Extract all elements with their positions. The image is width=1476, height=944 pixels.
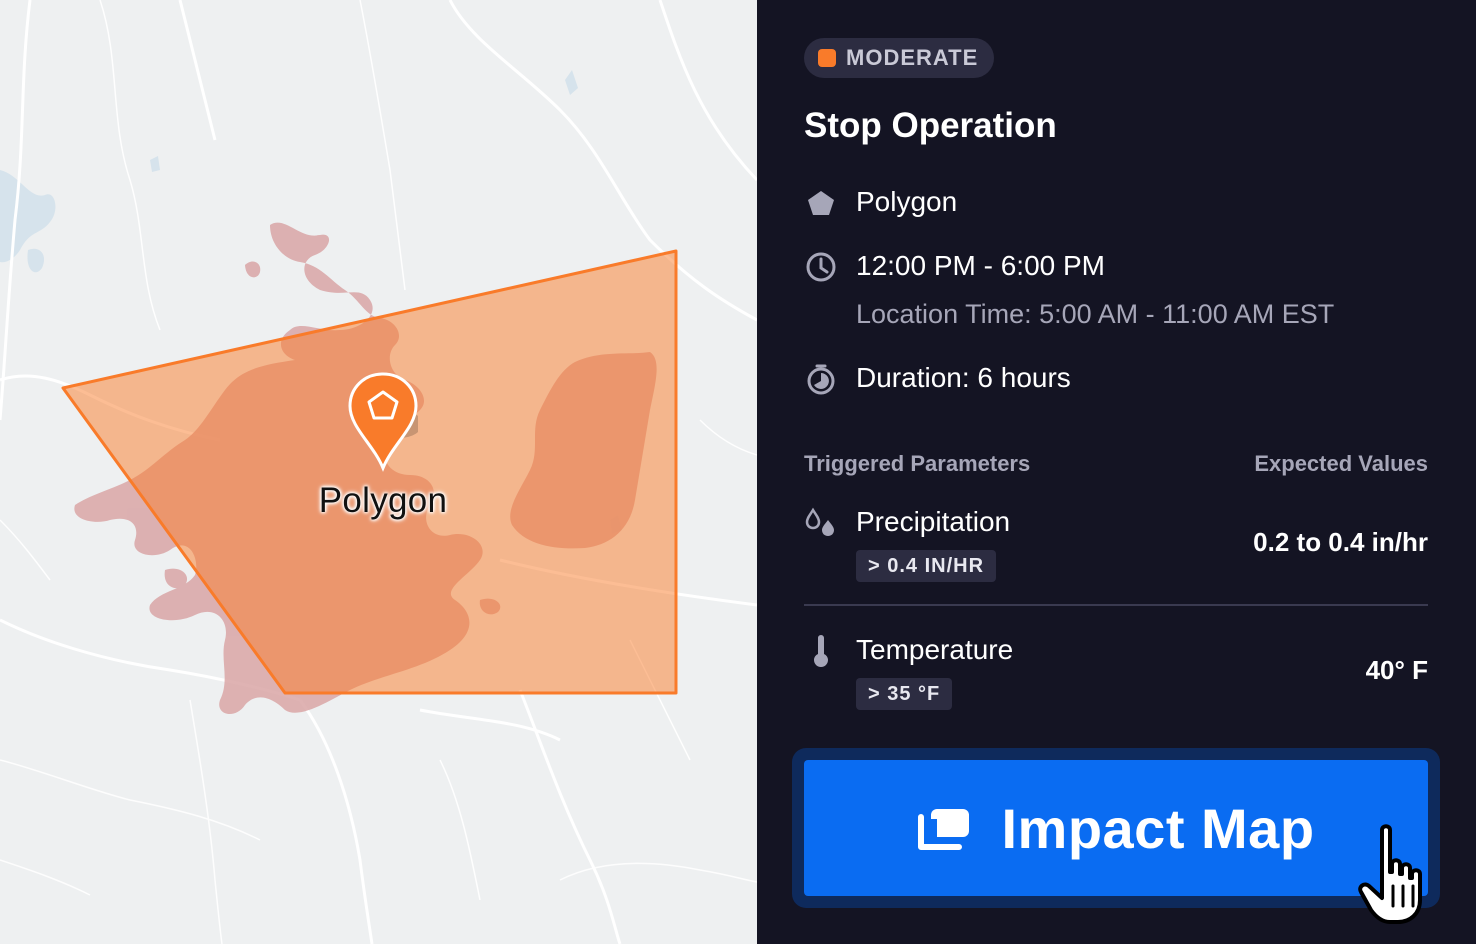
map-view[interactable]: Polygon [0, 0, 757, 944]
time-range: 12:00 PM - 6:00 PM [856, 250, 1106, 281]
parameter-threshold: > 0.4 IN/HR [856, 550, 997, 582]
location-label: Polygon [856, 186, 958, 217]
expected-values-header: Expected Values [1254, 451, 1428, 476]
map-canvas[interactable] [0, 0, 757, 944]
duration-label: Duration: 6 hours [856, 362, 1071, 393]
location-pin-icon[interactable] [348, 372, 418, 472]
pin-label: Polygon [318, 481, 448, 520]
triggered-parameters-header: Triggered Parameters [804, 451, 1031, 476]
alert-details-panel: MODERATE Stop Operation Polygon 12:00 PM… [757, 0, 1476, 944]
parameter-expected-value: 40° F [1365, 655, 1428, 685]
impact-map-button-focus-ring: Impact Map [792, 748, 1440, 908]
parameter-expected-value: 0.2 to 0.4 in/hr [1253, 527, 1428, 557]
location-time: Location Time: 5:00 AM - 11:00 AM EST [856, 299, 1335, 329]
divider [804, 604, 1428, 606]
severity-label: MODERATE [846, 45, 979, 70]
severity-dot-icon [818, 49, 836, 67]
clock-icon [806, 252, 836, 282]
hand-cursor-icon [1358, 824, 1422, 924]
droplets-icon [805, 507, 834, 536]
severity-badge: MODERATE [804, 38, 995, 78]
impact-map-button[interactable]: Impact Map [804, 760, 1428, 896]
alert-title: Stop Operation [804, 106, 1057, 145]
parameter-name: Temperature [856, 634, 1014, 665]
impact-map-icon [918, 809, 970, 850]
impact-map-label: Impact Map [1001, 796, 1315, 860]
stopwatch-icon [807, 364, 835, 395]
thermometer-icon [814, 635, 828, 667]
pentagon-icon [808, 191, 834, 215]
parameter-threshold: > 35 °F [856, 678, 953, 710]
parameter-name: Precipitation [856, 506, 1011, 537]
